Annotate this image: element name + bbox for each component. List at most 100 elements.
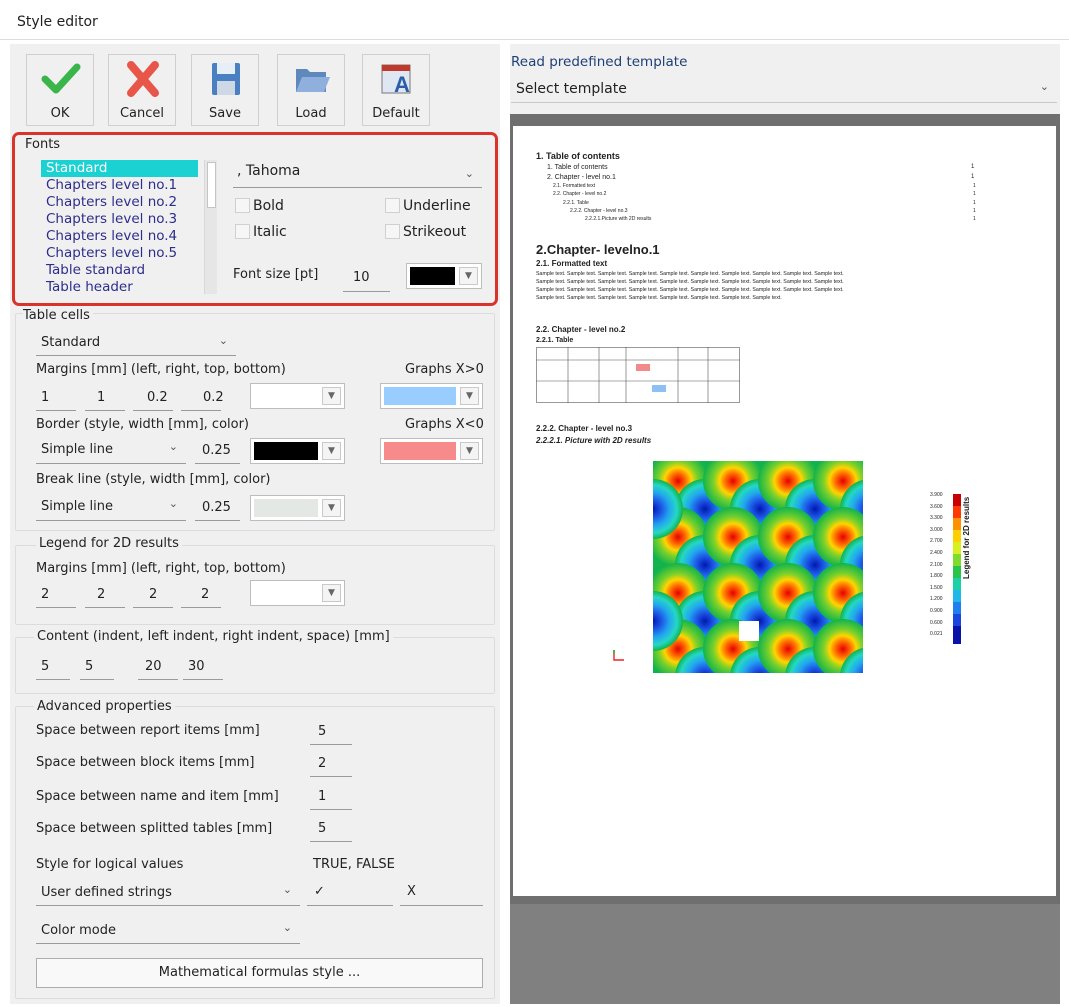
fonts-title: Fonts [25,137,61,152]
legend-margin-right-input[interactable]: 2 [85,584,125,608]
cancel-button[interactable]: Cancel [108,54,176,126]
advanced-title: Advanced properties [34,699,175,714]
legend-title: Legend for 2D results [36,536,182,551]
cell-style-select[interactable]: Standard ⌄ [36,330,236,356]
preview-chapter3: 2.2.2. Chapter - level no.3 [536,424,633,433]
legend-margin-top-input[interactable]: 2 [133,584,173,608]
content-indent-input[interactable]: 5 [36,656,70,680]
load-button[interactable]: Load [277,54,345,126]
false-string-input[interactable]: X [400,880,483,906]
font-style-list[interactable]: Standard Chapters level no.1 Chapters le… [41,160,217,294]
graphs-positive-color-picker[interactable]: ▼ [380,383,483,409]
border-style-select[interactable]: Simple line ⌄ [36,438,186,464]
default-button[interactable]: A Default [362,54,430,126]
content-left-indent-input[interactable]: 5 [80,656,114,680]
bold-label: Bold [253,198,284,214]
save-button[interactable]: Save [191,54,259,126]
list-item[interactable]: Standard [41,160,198,177]
bold-checkbox[interactable] [235,198,250,213]
list-item[interactable]: Chapters level no.5 [41,245,198,262]
settings-panel: OK Cancel Save Load A Default Fonts Stan… [10,44,500,1004]
legend-tick-label: 2.400 [930,550,943,556]
underline-label: Underline [403,198,471,214]
font-size-input[interactable]: 10 [343,266,390,292]
chevron-down-icon[interactable]: ▼ [459,267,478,285]
font-color-picker[interactable]: ▼ [406,263,482,289]
toc-page: 1 [971,164,975,170]
legend-margin-bottom-input[interactable]: 2 [181,584,221,608]
block-items-space-input[interactable]: 2 [310,753,352,777]
legend-color-picker[interactable]: ▼ [250,580,345,606]
chevron-down-icon[interactable]: ▼ [322,387,341,405]
margin-bottom-input[interactable]: 0.2 [181,387,224,411]
legend-tick-label: 1.800 [930,573,943,580]
list-item[interactable]: Chapters level no.1 [41,177,198,194]
italic-checkbox[interactable] [235,224,250,239]
toc-entry: 2.1. Formatted text [553,183,595,189]
preview-picture-title: 2.2.2.1. Picture with 2D results [536,436,652,445]
strikeout-checkbox[interactable] [385,224,400,239]
legend-margin-left-input[interactable]: 2 [36,584,76,608]
legend-tick-label: 3.600 [930,503,943,510]
break-width-input[interactable]: 0.25 [195,497,240,521]
list-item[interactable]: Chapters level no.4 [41,228,198,245]
margin-value: 2 [201,587,210,602]
break-style-select[interactable]: Simple line ⌄ [36,495,186,521]
chevron-down-icon[interactable]: ▼ [322,442,341,460]
adv-label: Space between report items [mm] [36,723,260,738]
chevron-down-icon: ⌄ [168,440,178,453]
preview-table-title: 2.2.1. Table [536,337,574,344]
color-mode-value: Color mode [41,923,116,938]
preview-toc-title: 1. Table of contents [536,151,620,161]
list-item[interactable]: Table standard [41,262,198,279]
preview-empty-area [510,904,1060,1004]
list-item[interactable]: Chapters level no.2 [41,194,198,211]
border-label: Border (style, width [mm], color) [36,417,250,432]
legend-tick-label: 0.900 [930,608,943,614]
template-select[interactable]: Select template ⌄ [511,77,1057,103]
graphs-negative-color-picker[interactable]: ▼ [380,438,483,464]
margin-left-input[interactable]: 1 [36,387,76,411]
legend-color-bar [953,494,961,644]
ok-button[interactable]: OK [26,54,94,126]
preview-chapter2: 2.2. Chapter - level no.2 [536,325,626,334]
margin-value: 1 [41,390,50,405]
chevron-down-icon[interactable]: ▼ [460,442,479,460]
true-string-input[interactable]: ✓ [307,880,393,906]
content-space-input[interactable]: 30 [183,656,223,680]
logical-style-select[interactable]: User defined strings ⌄ [36,880,300,906]
math-formulas-style-button[interactable]: Mathematical formulas style ... [36,958,483,988]
scrollbar-thumb[interactable] [207,162,216,208]
list-item[interactable]: Chapters level no.3 [41,211,198,228]
margin-top-input[interactable]: 0.2 [133,387,173,411]
graphs-positive-label: Graphs X>0 [405,362,484,377]
logical-values-hint: TRUE, FALSE [313,857,395,872]
list-item[interactable]: Table header [41,279,198,294]
folder-open-icon [296,69,330,92]
border-width-input[interactable]: 0.25 [195,440,240,464]
border-color-picker[interactable]: ▼ [250,438,345,464]
cell-background-color-picker[interactable]: ▼ [250,383,345,409]
name-item-space-input[interactable]: 1 [310,786,352,810]
adv-value: 5 [318,724,327,739]
break-color-picker[interactable]: ▼ [250,495,345,521]
chevron-down-icon[interactable]: ▼ [460,387,479,405]
chevron-down-icon[interactable]: ▼ [322,499,341,517]
color-swatch [254,442,318,460]
content-right-indent-input[interactable]: 20 [138,656,178,680]
chevron-down-icon[interactable]: ▼ [322,584,341,602]
font-family-select[interactable]: , Tahoma ⌄ [233,158,482,188]
legend-tick-label: 3.000 [930,526,943,533]
margin-right-input[interactable]: 1 [85,387,125,411]
underline-checkbox[interactable] [385,198,400,213]
break-line-label: Break line (style, width [mm], color) [36,472,271,487]
font-size-value: 10 [353,270,370,285]
color-swatch [384,387,456,405]
report-items-space-input[interactable]: 5 [310,721,352,745]
list-scrollbar[interactable] [204,160,217,294]
color-legend: 3.900 3.600 3.300 3.000 2.700 2.400 2.100 1.800… [930,492,982,654]
chevron-down-icon: ⌄ [168,497,178,510]
splitted-tables-space-input[interactable]: 5 [310,818,352,842]
toc-page: 1 [973,200,976,206]
color-mode-select[interactable]: Color mode ⌄ [36,918,300,944]
